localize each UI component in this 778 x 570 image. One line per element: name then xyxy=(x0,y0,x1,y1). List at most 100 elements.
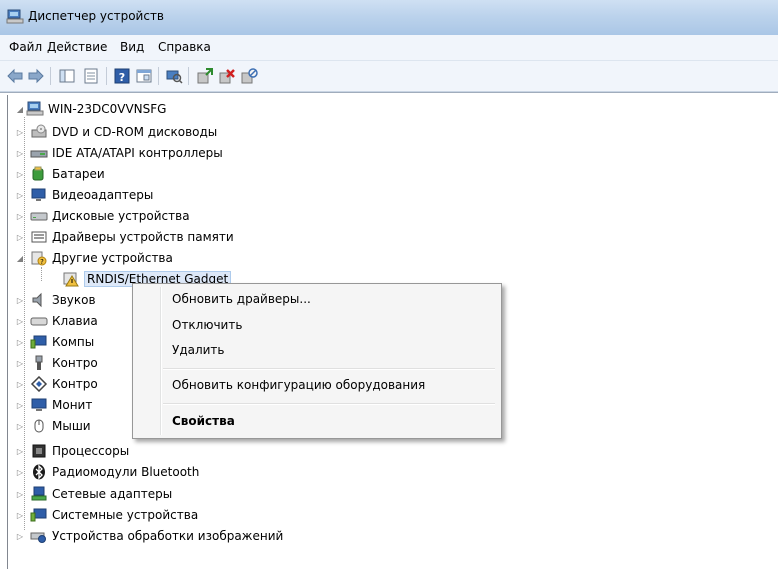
tree-item-controller[interactable]: ▷ Контро xyxy=(16,374,98,394)
menu-view[interactable]: Вид xyxy=(118,40,146,54)
menu-file[interactable]: Файл xyxy=(7,40,44,54)
back-arrow-icon[interactable] xyxy=(6,67,24,85)
imaging-device-icon xyxy=(30,528,48,544)
tree-item-processors[interactable]: ▷ Процессоры xyxy=(16,441,129,461)
expand-arrow-icon[interactable]: ▷ xyxy=(16,337,24,347)
uninstall-icon[interactable] xyxy=(218,67,236,85)
menu-action[interactable]: Действие xyxy=(45,40,109,54)
disable-icon[interactable] xyxy=(240,67,258,85)
tree-item-network[interactable]: ▷ Сетевые адаптеры xyxy=(16,484,172,504)
tree-item-display[interactable]: ▷ Видеоадаптеры xyxy=(16,185,153,205)
expand-arrow-icon[interactable]: ▷ xyxy=(16,510,24,520)
expand-arrow-icon[interactable]: ▷ xyxy=(16,190,24,200)
menu-separator xyxy=(163,368,495,370)
help-icon[interactable]: ? xyxy=(113,67,131,85)
tree-item-label: Устройства обработки изображений xyxy=(52,529,284,543)
tree-item-mouse[interactable]: ▷ Мыши xyxy=(16,416,91,436)
console-tree-icon[interactable] xyxy=(58,67,76,85)
expand-arrow-icon[interactable]: ▷ xyxy=(16,232,24,242)
computer-icon xyxy=(30,334,48,350)
disk-drive-icon xyxy=(30,208,48,224)
expand-arrow-icon[interactable]: ▷ xyxy=(16,127,24,137)
expand-arrow-icon[interactable]: ▷ xyxy=(16,446,24,456)
tree-item-label: Контро xyxy=(52,377,98,391)
tree-item-system[interactable]: ▷ Системные устройства xyxy=(16,505,198,525)
expand-arrow-icon[interactable]: ▷ xyxy=(16,379,24,389)
title-bar: Диспетчер устройств xyxy=(0,0,778,35)
menu-scan-hardware[interactable]: Обновить конфигурацию оборудования xyxy=(172,378,425,392)
update-driver-icon[interactable] xyxy=(196,67,214,85)
toolbar: ? xyxy=(0,61,778,92)
computer-icon xyxy=(26,101,44,117)
expand-arrow-icon[interactable]: ▷ xyxy=(16,169,24,179)
tree-item-label: Мыши xyxy=(52,419,91,433)
toolbar-separator xyxy=(188,67,189,85)
menu-update-drivers[interactable]: Обновить драйверы... xyxy=(172,292,311,306)
toolbar-separator xyxy=(106,67,107,85)
expand-arrow-icon[interactable]: ▷ xyxy=(16,358,24,368)
warning-device-icon xyxy=(62,271,80,287)
window-title: Диспетчер устройств xyxy=(28,9,165,23)
scan-hardware-icon[interactable] xyxy=(165,67,183,85)
tree-item-other[interactable]: ◢ ? Другие устройства xyxy=(16,248,173,268)
expand-arrow-icon[interactable]: ▷ xyxy=(16,295,24,305)
expand-arrow-icon[interactable]: ▷ xyxy=(16,467,24,477)
tree-connector xyxy=(41,267,42,281)
context-menu: Обновить драйверы... Отключить Удалить О… xyxy=(132,283,502,439)
tree-item-monitor[interactable]: ▷ Монит xyxy=(16,395,92,415)
tree-item-label: DVD и CD-ROM дисководы xyxy=(52,125,218,139)
tree-item-label: Драйверы устройств памяти xyxy=(52,230,234,244)
tree-item-label: Клавиа xyxy=(52,314,98,328)
tree-item-label: Другие устройства xyxy=(52,251,173,265)
pane-border xyxy=(7,95,8,569)
menu-delete[interactable]: Удалить xyxy=(172,343,225,357)
expand-arrow-icon[interactable]: ▷ xyxy=(16,531,24,541)
tree-root[interactable]: ◢ WIN-23DC0VVNSFG xyxy=(16,99,166,119)
properties-icon[interactable] xyxy=(82,67,100,85)
tree-item-label: Монит xyxy=(52,398,93,412)
collapse-arrow-icon[interactable]: ◢ xyxy=(16,104,24,114)
tree-item-label: Звуков xyxy=(52,293,96,307)
controller-icon xyxy=(30,376,48,392)
battery-icon xyxy=(30,166,48,182)
tree-root-label: WIN-23DC0VVNSFG xyxy=(48,102,167,116)
mouse-icon xyxy=(30,418,48,434)
tree-item-label: Контро xyxy=(52,356,98,370)
menu-properties[interactable]: Свойства xyxy=(172,414,235,428)
other-devices-icon: ? xyxy=(30,250,48,266)
tree-item-disks[interactable]: ▷ Дисковые устройства xyxy=(16,206,190,226)
tree-item-ide[interactable]: ▷ IDE ATA/ATAPI контроллеры xyxy=(16,143,223,163)
tree-item-usb[interactable]: ▷ Контро xyxy=(16,353,98,373)
expand-arrow-icon[interactable]: ▷ xyxy=(16,400,24,410)
tree-item-batteries[interactable]: ▷ Батареи xyxy=(16,164,105,184)
device-manager-icon xyxy=(6,7,24,25)
expand-arrow-icon[interactable]: ▷ xyxy=(16,148,24,158)
processor-icon xyxy=(30,443,48,459)
ide-controller-icon xyxy=(30,145,48,161)
tree-item-computer[interactable]: ▷ Компы xyxy=(16,332,94,352)
toolbar-separator xyxy=(158,67,159,85)
menu-disable[interactable]: Отключить xyxy=(172,318,242,332)
sound-icon xyxy=(30,292,48,308)
tree-item-label: Батареи xyxy=(52,167,105,181)
tree-item-keyboard[interactable]: ▷ Клавиа xyxy=(16,311,98,331)
expand-arrow-icon[interactable]: ▷ xyxy=(16,316,24,326)
tree-item-imaging[interactable]: ▷ Устройства обработки изображений xyxy=(16,526,283,546)
forward-arrow-icon[interactable] xyxy=(27,67,45,85)
expand-arrow-icon[interactable]: ▷ xyxy=(16,489,24,499)
tree-item-label: Сетевые адаптеры xyxy=(52,487,173,501)
expand-arrow-icon[interactable]: ▷ xyxy=(16,421,24,431)
menu-help[interactable]: Справка xyxy=(156,40,213,54)
dvd-icon xyxy=(30,124,48,140)
collapse-arrow-icon[interactable]: ◢ xyxy=(16,253,24,263)
tree-item-memory[interactable]: ▷ Драйверы устройств памяти xyxy=(16,227,234,247)
tree-item-label: Компы xyxy=(52,335,95,349)
system-device-icon xyxy=(30,507,48,523)
tree-item-sound[interactable]: ▷ Звуков xyxy=(16,290,96,310)
expand-arrow-icon[interactable]: ▷ xyxy=(16,211,24,221)
tree-item-bluetooth[interactable]: ▷ Радиомодули Bluetooth xyxy=(16,462,199,482)
tree-item-dvd[interactable]: ▷ DVD и CD-ROM дисководы xyxy=(16,122,217,142)
view-icon[interactable] xyxy=(135,67,153,85)
display-adapter-icon xyxy=(30,187,48,203)
menu-gutter xyxy=(160,287,162,435)
